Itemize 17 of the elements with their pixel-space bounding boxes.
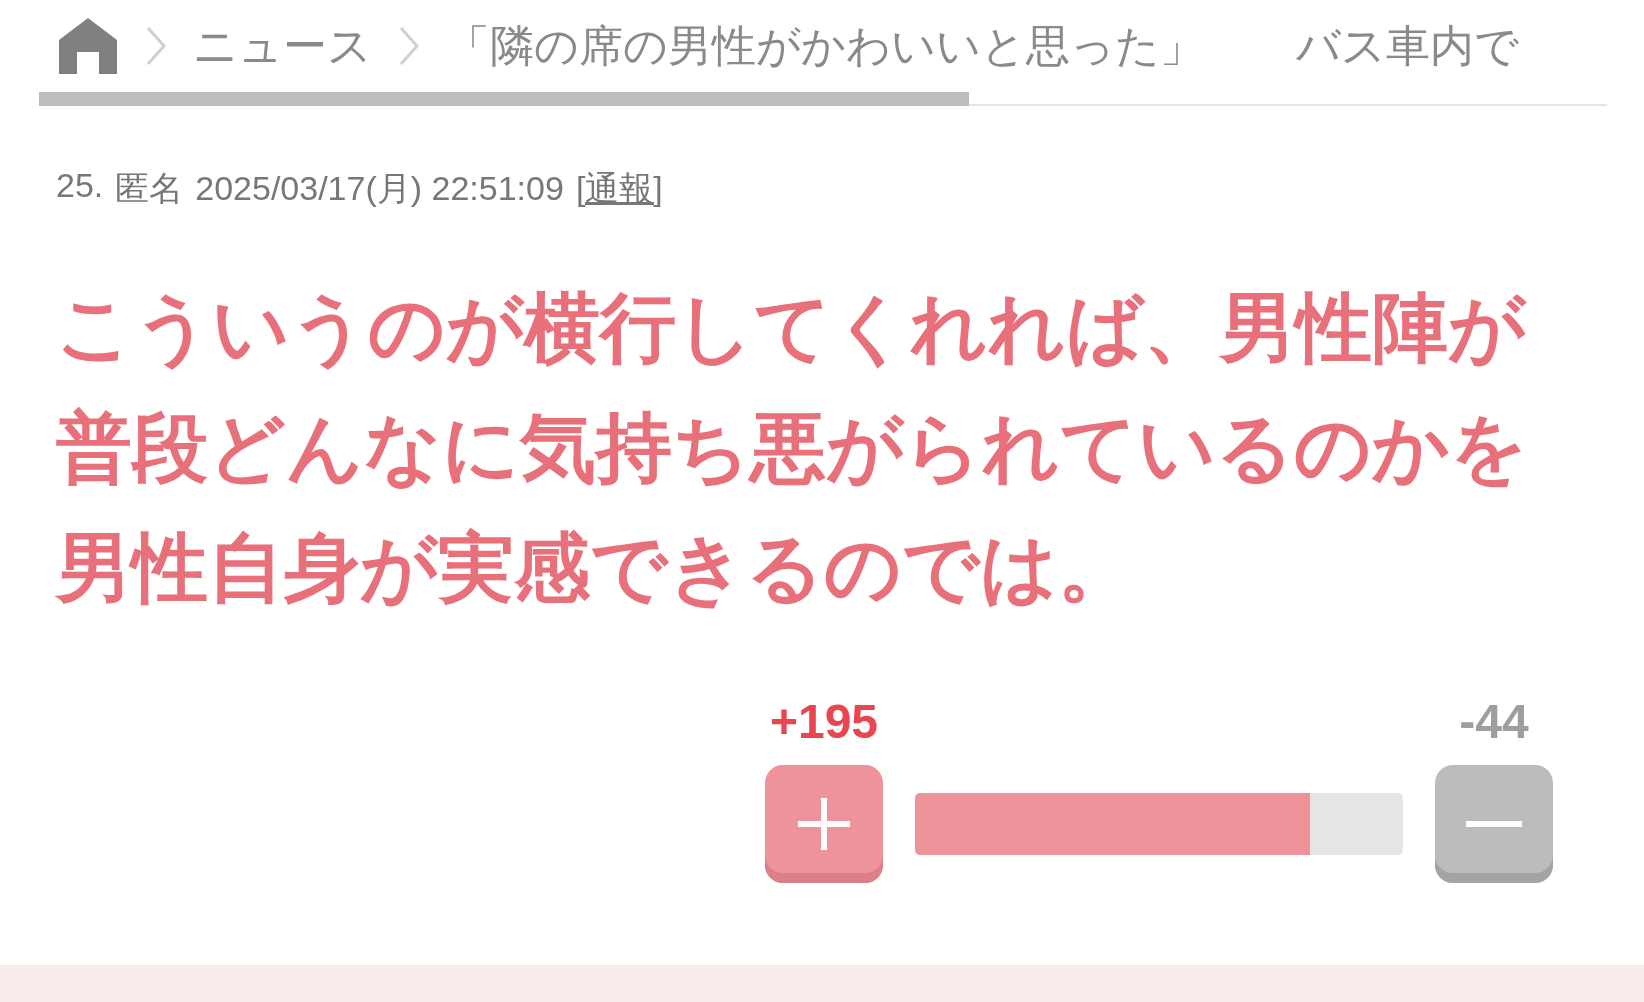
plus-count: +195 [769, 694, 879, 749]
comment-number: 25. [56, 166, 104, 206]
plus-icon [796, 796, 852, 852]
plus-button[interactable] [765, 765, 883, 883]
report-link[interactable]: [通報] [575, 166, 663, 212]
chevron-icon [145, 24, 167, 68]
author-name: 匿名 [115, 168, 184, 209]
breadcrumb-link[interactable]: ニュース [193, 16, 372, 76]
breadcrumb-link[interactable]: バス車内で [1296, 16, 1519, 76]
home-icon[interactable] [57, 16, 119, 76]
minus-button[interactable] [1435, 765, 1553, 883]
minus-count: -44 [1459, 694, 1529, 749]
chevron-icon [398, 24, 420, 68]
post-datetime: 2025/03/17(月) 22:51:09 [195, 168, 564, 209]
comment-text: こういうのが横行してくれれば、男性陣が普段どんなに気持ち悪がられているのかを男性自身が実感できるのでは。 [56, 282, 1529, 614]
minus-icon [1466, 820, 1522, 828]
breadcrumb-link[interactable]: 「隣の席の男性がかわいいと思った」 [446, 16, 1204, 76]
